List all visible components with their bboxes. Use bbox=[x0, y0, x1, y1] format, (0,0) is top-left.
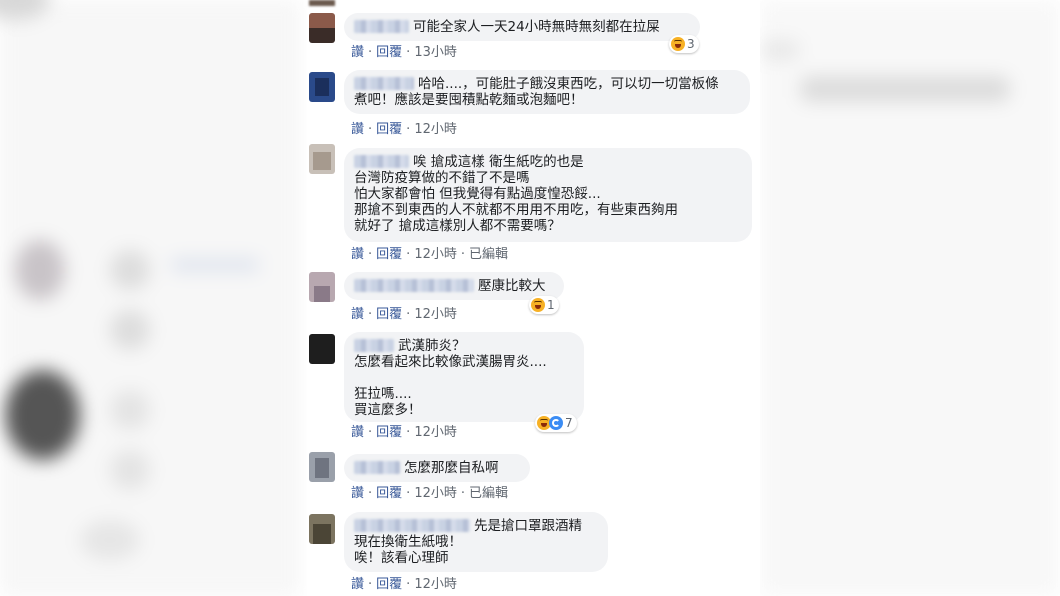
comment-text: 現在換衛生紙哦！ bbox=[354, 534, 462, 550]
timestamp[interactable]: 12小時 bbox=[414, 118, 457, 137]
haha-reaction-icon bbox=[531, 298, 545, 312]
comment: 壓康比較大 1 讚 · 回覆 · 12小時 bbox=[307, 272, 760, 322]
comment-text: 怎麼看起來比較像武漢腸胃炎.... bbox=[354, 354, 547, 370]
comment-actions: 讚 · 回覆 · 12小時 bbox=[351, 303, 457, 322]
reaction-summary[interactable]: 3 bbox=[669, 35, 699, 53]
reaction-count: 3 bbox=[687, 37, 695, 51]
comment-text: 可能全家人一天24小時無時無刻都在拉屎 bbox=[413, 19, 660, 35]
commenter-name[interactable] bbox=[354, 155, 409, 168]
comment-actions: 讚 · 回覆 · 12小時 · 已編輯 bbox=[351, 243, 508, 262]
avatar bbox=[309, 0, 335, 6]
like-button[interactable]: 讚 bbox=[351, 243, 364, 262]
comment-text: 那搶不到東西的人不就都不用用不用吃，有些東西夠用 bbox=[354, 202, 678, 218]
commenter-name[interactable] bbox=[354, 279, 474, 292]
reply-button[interactable]: 回覆 bbox=[376, 243, 402, 262]
comment: 武漢肺炎？ 怎麼看起來比較像武漢腸胃炎.... 狂拉嗎.... 買這麼多！ 7 … bbox=[307, 332, 760, 442]
timestamp[interactable]: 12小時 bbox=[414, 573, 457, 592]
reply-button[interactable]: 回覆 bbox=[376, 421, 402, 440]
comment-text: 壓康比較大 bbox=[478, 278, 546, 294]
blurred-background-right bbox=[760, 0, 1060, 596]
comment-text: 狂拉嗎.... bbox=[354, 386, 412, 402]
commenter-name[interactable] bbox=[354, 339, 394, 352]
comment-bubble: 武漢肺炎？ 怎麼看起來比較像武漢腸胃炎.... 狂拉嗎.... 買這麼多！ bbox=[344, 332, 584, 422]
haha-reaction-icon bbox=[671, 37, 685, 51]
commenter-name[interactable] bbox=[354, 461, 400, 474]
reaction-count: 7 bbox=[565, 416, 573, 430]
avatar[interactable] bbox=[309, 72, 335, 102]
comment-actions: 讚 · 回覆 · 13小時 bbox=[351, 41, 457, 60]
comment-bubble: 唉 搶成這樣 衛生紙吃的也是 台灣防疫算做的不錯了不是嗎 怕大家都會怕 但我覺得… bbox=[344, 148, 752, 242]
commenter-name[interactable] bbox=[354, 77, 414, 90]
comment: 哈哈....，可能肚子餓沒東西吃，可以切一切當板條 煮吧！應該是要囤積點乾麵或泡… bbox=[307, 70, 760, 140]
timestamp[interactable]: 12小時 bbox=[414, 303, 457, 322]
comment-text: 就好了 搶成這樣別人都不需要嗎？ bbox=[354, 218, 561, 234]
comment-text: 唉 搶成這樣 衛生紙吃的也是 bbox=[413, 154, 584, 170]
comment-text bbox=[354, 370, 574, 386]
comment-bubble: 哈哈....，可能肚子餓沒東西吃，可以切一切當板條 煮吧！應該是要囤積點乾麵或泡… bbox=[344, 70, 750, 114]
avatar[interactable] bbox=[309, 144, 335, 174]
edited-label[interactable]: 已編輯 bbox=[469, 243, 508, 262]
like-button[interactable]: 讚 bbox=[351, 482, 364, 501]
commenter-name[interactable] bbox=[354, 20, 409, 33]
comment-actions: 讚 · 回覆 · 12小時 bbox=[351, 118, 457, 137]
avatar[interactable] bbox=[309, 272, 335, 302]
reply-button[interactable]: 回覆 bbox=[376, 482, 402, 501]
comment-text: 先是搶口罩跟酒精 bbox=[474, 518, 582, 534]
comment-bubble: 壓康比較大 bbox=[344, 272, 564, 300]
comment: 先是搶口罩跟酒精 現在換衛生紙哦！ 唉！該看心理師 讚 · 回覆 · 12小時 bbox=[307, 512, 760, 596]
avatar[interactable] bbox=[309, 452, 335, 482]
reply-button[interactable]: 回覆 bbox=[376, 573, 402, 592]
avatar[interactable] bbox=[309, 334, 335, 364]
commenter-name[interactable] bbox=[354, 519, 470, 532]
reply-button[interactable]: 回覆 bbox=[376, 41, 402, 60]
comment-text: 台灣防疫算做的不錯了不是嗎 bbox=[354, 170, 530, 186]
like-button[interactable]: 讚 bbox=[351, 303, 364, 322]
comment-text: 怕大家都會怕 但我覺得有點過度惶恐餒... bbox=[354, 186, 601, 202]
reaction-summary[interactable]: 1 bbox=[529, 296, 559, 314]
comment-text: 煮吧！應該是要囤積點乾麵或泡麵吧！ bbox=[354, 92, 584, 108]
timestamp[interactable]: 12小時 bbox=[414, 243, 457, 262]
comment-actions: 讚 · 回覆 · 12小時 · 已編輯 bbox=[351, 482, 508, 501]
comment-bubble: 怎麼那麼自私啊 bbox=[344, 454, 530, 482]
comment-text: 怎麼那麼自私啊 bbox=[404, 460, 499, 476]
comment-text: 武漢肺炎？ bbox=[398, 338, 466, 354]
like-button[interactable]: 讚 bbox=[351, 573, 364, 592]
timestamp[interactable]: 12小時 bbox=[414, 421, 457, 440]
comment-list: 可能全家人一天24小時無時無刻都在拉屎 3 讚 · 回覆 · 13小時 哈哈....，可… bbox=[307, 0, 760, 596]
wow-reaction-icon bbox=[549, 416, 563, 430]
avatar[interactable] bbox=[309, 13, 335, 43]
timestamp[interactable]: 12小時 bbox=[414, 482, 457, 501]
comment: 怎麼那麼自私啊 讚 · 回覆 · 12小時 · 已編輯 bbox=[307, 452, 760, 504]
like-button[interactable]: 讚 bbox=[351, 118, 364, 137]
comment-actions: 讚 · 回覆 · 12小時 bbox=[351, 573, 457, 592]
comment-actions: 讚 · 回覆 · 12小時 bbox=[351, 421, 457, 440]
reply-button[interactable]: 回覆 bbox=[376, 303, 402, 322]
comment: 可能全家人一天24小時無時無刻都在拉屎 3 讚 · 回覆 · 13小時 bbox=[307, 10, 760, 60]
reaction-count: 1 bbox=[547, 298, 555, 312]
edited-label[interactable]: 已編輯 bbox=[469, 482, 508, 501]
comment-text: 哈哈....，可能肚子餓沒東西吃，可以切一切當板條 bbox=[418, 76, 719, 92]
comment: 唉 搶成這樣 衛生紙吃的也是 台灣防疫算做的不錯了不是嗎 怕大家都會怕 但我覺得… bbox=[307, 144, 760, 263]
blurred-background-left bbox=[0, 0, 300, 596]
comment-bubble: 先是搶口罩跟酒精 現在換衛生紙哦！ 唉！該看心理師 bbox=[344, 512, 608, 572]
avatar[interactable] bbox=[309, 514, 335, 544]
reaction-summary[interactable]: 7 bbox=[535, 414, 577, 432]
timestamp[interactable]: 13小時 bbox=[414, 41, 457, 60]
comment-text: 唉！該看心理師 bbox=[354, 550, 449, 566]
reply-button[interactable]: 回覆 bbox=[376, 118, 402, 137]
like-button[interactable]: 讚 bbox=[351, 41, 364, 60]
comment-bubble: 可能全家人一天24小時無時無刻都在拉屎 bbox=[344, 13, 700, 41]
like-button[interactable]: 讚 bbox=[351, 421, 364, 440]
